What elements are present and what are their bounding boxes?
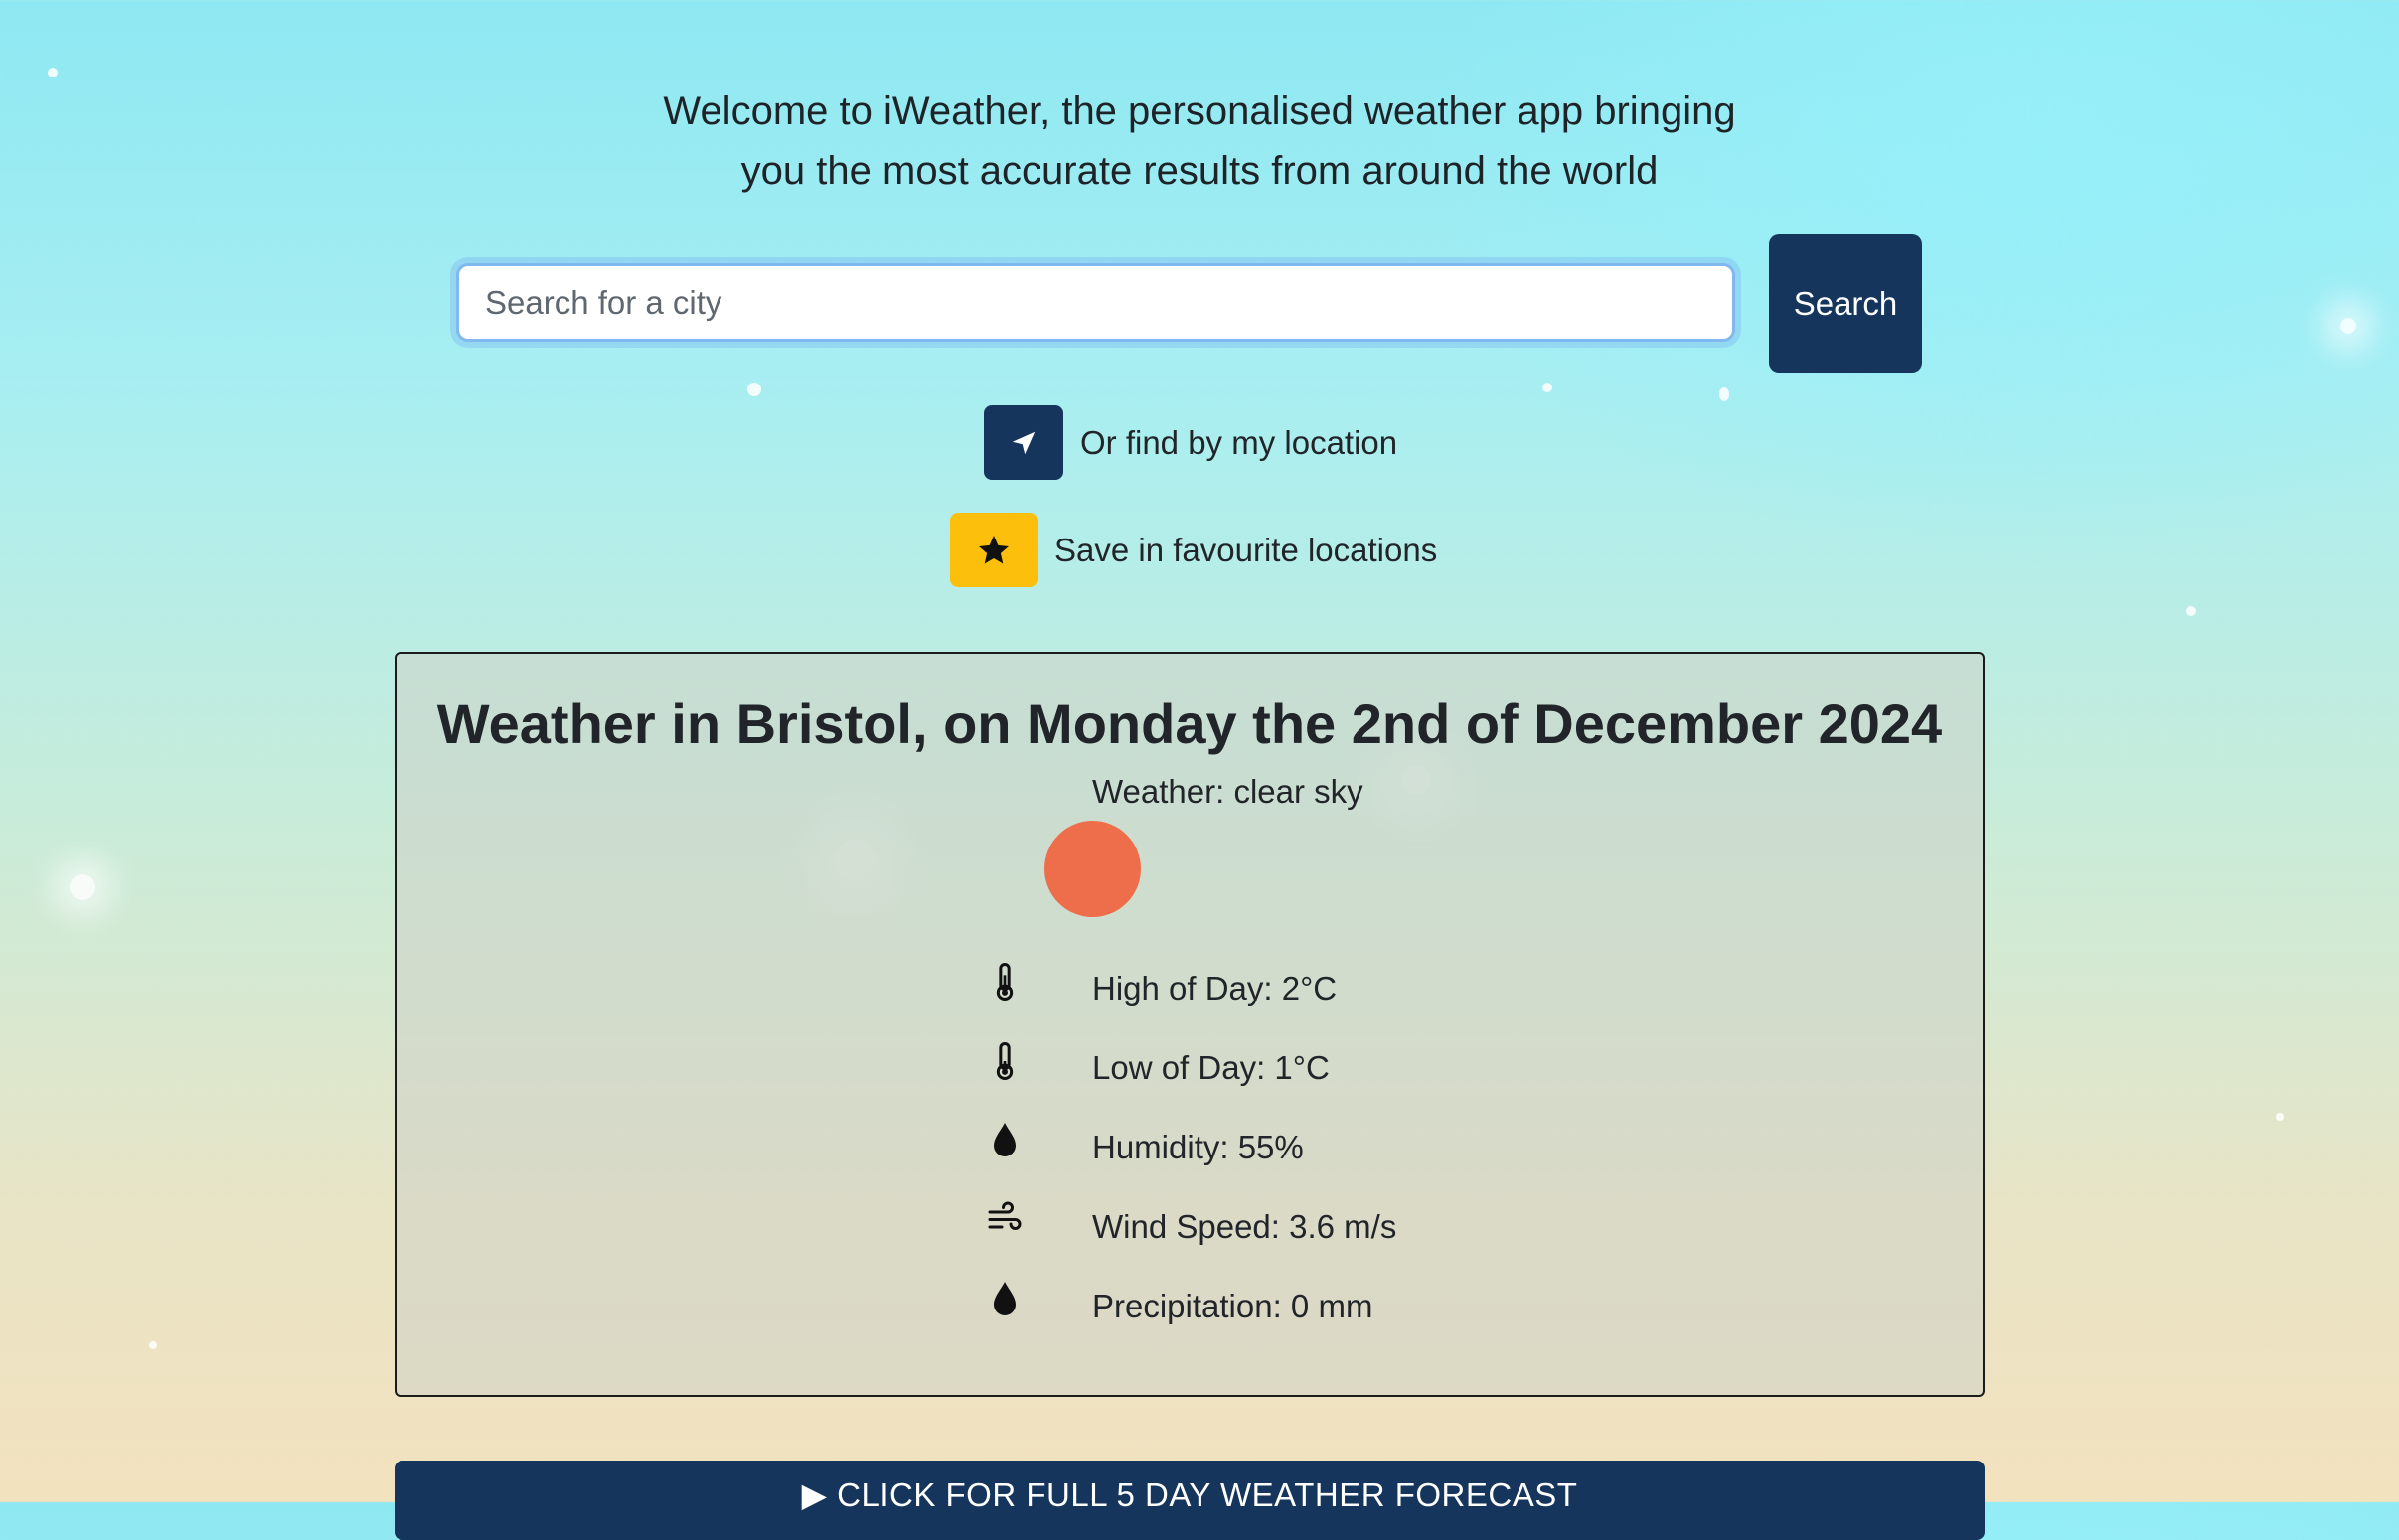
background-sparkle <box>48 68 58 77</box>
background-sparkle <box>70 874 95 900</box>
wind-icon <box>985 1200 1025 1246</box>
location-arrow-icon <box>1012 431 1036 454</box>
star-icon <box>979 535 1009 563</box>
stat-row-precipitation: Precipitation: 0 mm <box>397 1280 1983 1339</box>
low-of-day: Low of Day: 1°C <box>1092 1049 1330 1086</box>
background-sparkle <box>1542 383 1552 392</box>
background-sparkle <box>2340 318 2356 334</box>
thermometer-icon <box>985 962 1025 1007</box>
stat-row-low: Low of Day: 1°C <box>397 1041 1983 1101</box>
stat-row-humidity: Humidity: 55% <box>397 1121 1983 1180</box>
search-button[interactable]: Search <box>1769 234 1922 373</box>
humidity: Humidity: 55% <box>1092 1129 1304 1165</box>
background-sparkle <box>2276 1113 2284 1121</box>
welcome-text: Welcome to iWeather, the personalised we… <box>0 81 2399 201</box>
find-location-button[interactable] <box>984 405 1063 480</box>
precipitation: Precipitation: 0 mm <box>1092 1288 1373 1324</box>
save-favourite-row: Save in favourite locations <box>950 513 1437 587</box>
find-location-label: Or find by my location <box>1080 423 1398 461</box>
weather-description: Weather: clear sky <box>1092 773 1363 810</box>
welcome-line-2: you the most accurate results from aroun… <box>740 149 1659 193</box>
background-sparkle <box>2186 606 2196 616</box>
current-weather-card: Weather in Bristol, on Monday the 2nd of… <box>395 652 1985 1397</box>
stat-row-wind: Wind Speed: 3.6 m/s <box>397 1200 1983 1260</box>
welcome-line-1: Welcome to iWeather, the personalised we… <box>663 89 1736 133</box>
high-of-day: High of Day: 2°C <box>1092 970 1338 1006</box>
wind-speed: Wind Speed: 3.6 m/s <box>1092 1208 1397 1245</box>
sun-icon <box>1044 821 1141 917</box>
save-favourite-label: Save in favourite locations <box>1054 531 1438 568</box>
background-sparkle <box>1719 387 1729 401</box>
save-favourite-button[interactable] <box>950 513 1038 587</box>
thermometer-icon <box>985 1041 1025 1087</box>
background-sparkle <box>149 1341 157 1349</box>
stat-row-high: High of Day: 2°C <box>397 962 1983 1021</box>
five-day-forecast-toggle[interactable]: ▶ CLICK FOR FULL 5 DAY WEATHER FORECAST <box>395 1461 1985 1540</box>
city-search-input[interactable] <box>456 263 1735 342</box>
weather-title: Weather in Bristol, on Monday the 2nd of… <box>436 693 1943 755</box>
find-by-location-row: Or find by my location <box>984 405 1397 480</box>
background-sparkle <box>747 383 761 396</box>
droplet-icon <box>985 1280 1025 1325</box>
droplet-icon <box>985 1121 1025 1166</box>
